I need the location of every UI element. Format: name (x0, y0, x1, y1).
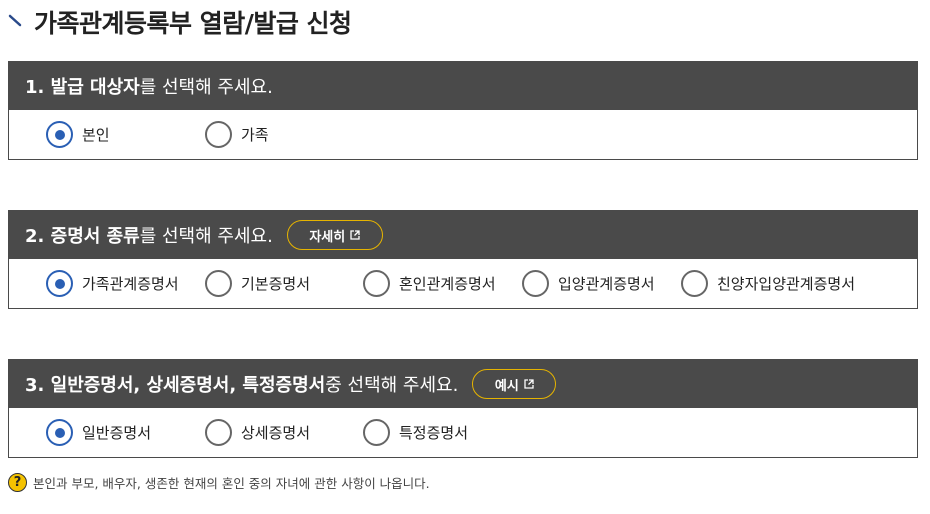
radio-option-detailed[interactable]: 상세증명서 (205, 408, 310, 457)
radio-option-family-relation[interactable]: 가족관계증명서 (46, 259, 179, 308)
radio-button[interactable] (205, 121, 232, 148)
radio-button[interactable] (363, 419, 390, 446)
radio-group-certificate: 가족관계증명서 기본증명서 혼인관계증명서 입양관계증명서 친양자입양관계증명서 (9, 259, 917, 308)
external-link-icon (350, 230, 360, 240)
section-title-strong: 3. 일반증명서, 상세증명서, 특정증명서 (25, 375, 326, 396)
radio-option-adoption[interactable]: 입양관계증명서 (522, 259, 655, 308)
radio-option-self[interactable]: 본인 (46, 110, 110, 159)
radio-label: 상세증명서 (241, 424, 311, 442)
radio-label: 가족관계증명서 (82, 275, 179, 293)
radio-button[interactable] (205, 419, 232, 446)
radio-button[interactable] (46, 121, 73, 148)
section-certificate-type: 2. 증명서 종류 를 선택해 주세요. 자세히 가족관계증명서 기본증명서 혼인… (8, 210, 918, 309)
question-icon: ? (8, 472, 27, 492)
section-target: 1. 발급 대상자 를 선택해 주세요. 본인 가족 (8, 61, 918, 160)
radio-group-detail: 일반증명서 상세증명서 특정증명서 (9, 408, 917, 457)
section-header: 1. 발급 대상자 를 선택해 주세요. (9, 62, 917, 110)
radio-label: 본인 (82, 126, 110, 144)
detail-button-label: 자세히 (309, 229, 346, 245)
radio-label: 기본증명서 (241, 275, 311, 293)
page-title: 가족관계등록부 열람/발급 신청 (34, 9, 352, 38)
section-title-rest: 를 선택해 주세요. (139, 226, 273, 247)
radio-label: 입양관계증명서 (558, 275, 655, 293)
radio-label: 가족 (241, 126, 269, 144)
radio-group-target: 본인 가족 (9, 110, 917, 159)
radio-button[interactable] (46, 270, 73, 297)
radio-button[interactable] (681, 270, 708, 297)
radio-option-specific[interactable]: 특정증명서 (363, 408, 468, 457)
title-accent-icon (8, 4, 26, 40)
radio-label: 특정증명서 (399, 424, 469, 442)
radio-button[interactable] (205, 270, 232, 297)
radio-option-full-adoption[interactable]: 친양자입양관계증명서 (681, 259, 855, 308)
radio-option-family[interactable]: 가족 (205, 110, 269, 159)
radio-label: 일반증명서 (82, 424, 152, 442)
section-title-rest: 를 선택해 주세요. (139, 77, 273, 98)
radio-option-marriage[interactable]: 혼인관계증명서 (363, 259, 496, 308)
section-title-strong: 1. 발급 대상자 (25, 77, 140, 98)
help-note-text: 본인과 부모, 배우자, 생존한 현재의 혼인 중의 자녀에 관한 사항이 나옵… (33, 475, 430, 491)
section-header: 3. 일반증명서, 상세증명서, 특정증명서 중 선택해 주세요. 예시 (9, 360, 917, 408)
radio-label: 친양자입양관계증명서 (717, 275, 856, 293)
section-detail-level: 3. 일반증명서, 상세증명서, 특정증명서 중 선택해 주세요. 예시 일반증… (8, 359, 918, 458)
external-link-icon (524, 379, 534, 389)
radio-label: 혼인관계증명서 (399, 275, 496, 293)
help-note: ? 본인과 부모, 배우자, 생존한 현재의 혼인 중의 자녀에 관한 사항이 … (8, 472, 430, 492)
example-button-label: 예시 (494, 378, 519, 394)
page-title-bar: 가족관계등록부 열람/발급 신청 (8, 4, 352, 40)
radio-option-basic[interactable]: 기본증명서 (205, 259, 310, 308)
detail-button[interactable]: 자세히 (286, 220, 383, 250)
radio-button[interactable] (522, 270, 549, 297)
radio-button[interactable] (363, 270, 390, 297)
section-header: 2. 증명서 종류 를 선택해 주세요. 자세히 (9, 211, 917, 259)
radio-button[interactable] (46, 419, 73, 446)
section-title-rest: 중 선택해 주세요. (325, 375, 459, 396)
example-button[interactable]: 예시 (472, 369, 557, 399)
section-title-strong: 2. 증명서 종류 (25, 226, 140, 247)
radio-option-general[interactable]: 일반증명서 (46, 408, 151, 457)
